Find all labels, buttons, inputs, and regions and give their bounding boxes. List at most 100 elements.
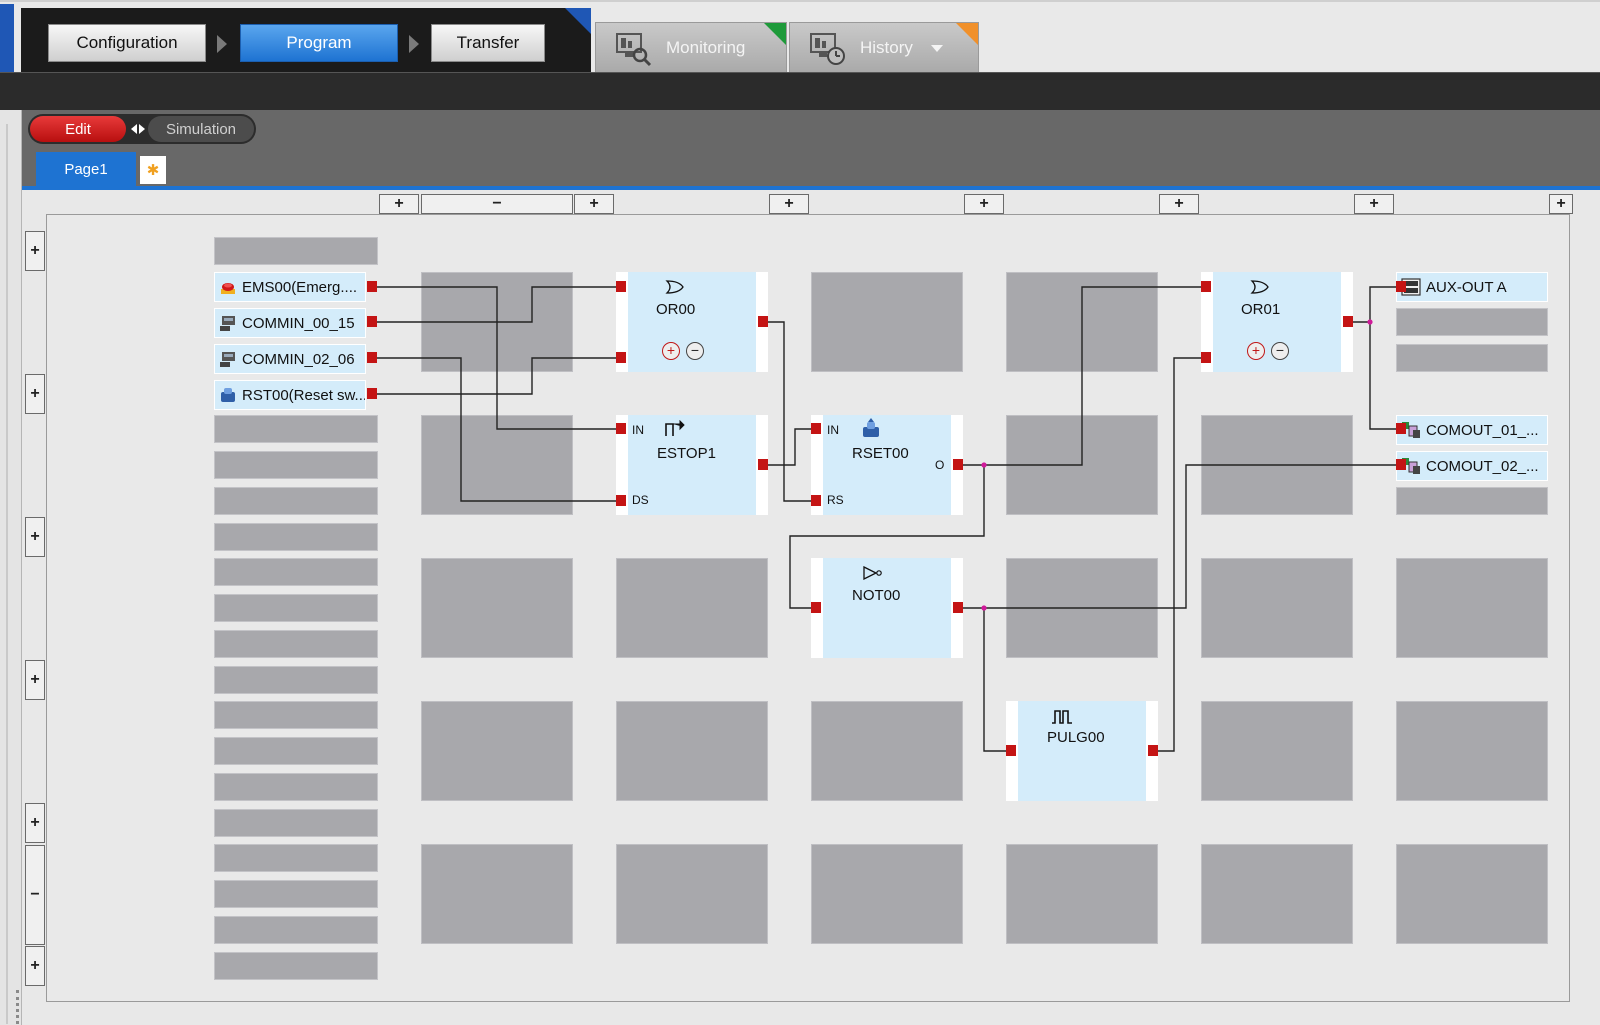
empty-slot[interactable]: [1396, 844, 1548, 944]
history-label: History: [860, 38, 913, 57]
edit-mode-button[interactable]: Edit: [30, 116, 126, 142]
add-column-button[interactable]: +: [1159, 194, 1199, 214]
splitter-grip[interactable]: [16, 990, 19, 1025]
input-slot[interactable]: [214, 487, 378, 515]
pulse-icon: [1052, 710, 1072, 724]
input-slot[interactable]: [214, 737, 378, 765]
add-row-button[interactable]: +: [25, 231, 45, 271]
com-output-icon: [1402, 422, 1420, 438]
input-ems00[interactable]: EMS00(Emerg....: [214, 272, 366, 302]
remove-input-button[interactable]: −: [1271, 342, 1289, 360]
empty-slot[interactable]: [421, 558, 573, 658]
empty-slot[interactable]: [616, 558, 768, 658]
add-input-button[interactable]: +: [662, 342, 680, 360]
input-slot[interactable]: [214, 952, 378, 980]
block-name: OR00: [656, 301, 696, 318]
add-column-button[interactable]: +: [379, 194, 419, 214]
block-name: OR01: [1241, 301, 1281, 318]
input-commin-00-15[interactable]: COMMIN_00_15: [214, 308, 366, 338]
add-row-button[interactable]: +: [25, 946, 45, 986]
monitor-search-icon: [616, 33, 652, 67]
empty-slot[interactable]: [1396, 701, 1548, 801]
input-slot[interactable]: [214, 666, 378, 694]
empty-slot[interactable]: [1201, 415, 1353, 515]
margin-line: [6, 124, 8, 1024]
block-rset00[interactable]: IN RSET00 RS O: [811, 415, 963, 515]
input-slot[interactable]: [214, 523, 378, 551]
add-row-button[interactable]: +: [25, 374, 45, 414]
add-column-button[interactable]: +: [574, 194, 614, 214]
input-slot[interactable]: [214, 558, 378, 586]
add-column-button[interactable]: +: [1549, 194, 1573, 214]
input-slot[interactable]: [214, 701, 378, 729]
input-slot[interactable]: [214, 916, 378, 944]
simulation-mode-button[interactable]: Simulation: [148, 116, 254, 142]
new-page-button[interactable]: ✱: [140, 156, 166, 184]
remove-input-button[interactable]: −: [686, 342, 704, 360]
output-comout-01[interactable]: COMOUT_01_...: [1396, 415, 1548, 445]
block-estop1[interactable]: IN ESTOP1 DS: [616, 415, 768, 515]
tab-page1[interactable]: Page1: [36, 152, 136, 186]
add-column-button[interactable]: +: [964, 194, 1004, 214]
empty-slot[interactable]: [421, 701, 573, 801]
input-rst00[interactable]: RST00(Reset sw...: [214, 380, 366, 410]
empty-slot[interactable]: [811, 844, 963, 944]
empty-slot[interactable]: [616, 844, 768, 944]
output-slot[interactable]: [1396, 308, 1548, 336]
empty-slot[interactable]: [1201, 844, 1353, 944]
add-column-button[interactable]: +: [1354, 194, 1394, 214]
empty-slot[interactable]: [1006, 272, 1158, 372]
empty-slot[interactable]: [1006, 415, 1158, 515]
output-slot[interactable]: [1396, 344, 1548, 372]
output-comout-02[interactable]: COMOUT_02_...: [1396, 451, 1548, 481]
empty-slot[interactable]: [421, 844, 573, 944]
empty-slot[interactable]: [616, 701, 768, 801]
empty-slot[interactable]: [1006, 558, 1158, 658]
empty-slot[interactable]: [1201, 558, 1353, 658]
configuration-button[interactable]: Configuration: [48, 24, 206, 62]
chevron-down-icon[interactable]: [930, 44, 943, 52]
input-slot[interactable]: [214, 844, 378, 872]
transfer-button[interactable]: Transfer: [431, 24, 545, 62]
remove-row-button[interactable]: −: [25, 845, 45, 945]
workflow-bar: Configuration Program Transfer: [21, 8, 591, 74]
output-label: AUX-OUT A: [1426, 278, 1507, 296]
empty-slot[interactable]: [811, 701, 963, 801]
input-slot[interactable]: [214, 880, 378, 908]
port-label: O: [935, 458, 945, 472]
empty-slot[interactable]: [1201, 701, 1353, 801]
input-slot[interactable]: [214, 594, 378, 622]
empty-slot[interactable]: [1006, 844, 1158, 944]
output-aux-out-a[interactable]: AUX-OUT A: [1396, 272, 1548, 302]
input-commin-02-06[interactable]: COMMIN_02_06: [214, 344, 366, 374]
emergency-stop-icon: [221, 283, 235, 294]
input-slot[interactable]: [214, 809, 378, 837]
input-slot[interactable]: [214, 773, 378, 801]
empty-slot[interactable]: [421, 415, 573, 515]
toolbar-band: [0, 72, 1600, 110]
input-slot[interactable]: [214, 237, 378, 265]
add-column-button[interactable]: +: [769, 194, 809, 214]
chevron-right-icon: [409, 35, 419, 53]
add-row-button[interactable]: +: [25, 803, 45, 843]
program-button[interactable]: Program: [240, 24, 398, 62]
block-pulg00[interactable]: PULG00: [1006, 701, 1158, 801]
input-slot[interactable]: [214, 415, 378, 443]
block-not00[interactable]: NOT00: [811, 558, 963, 658]
add-input-button[interactable]: +: [1247, 342, 1265, 360]
output-label: COMOUT_01_...: [1426, 421, 1539, 439]
add-row-button[interactable]: +: [25, 517, 45, 557]
input-slot[interactable]: [214, 451, 378, 479]
input-slot[interactable]: [214, 630, 378, 658]
add-row-button[interactable]: +: [25, 660, 45, 700]
block-or01[interactable]: OR01 + −: [1201, 272, 1353, 372]
empty-slot[interactable]: [811, 272, 963, 372]
accent-strip: [0, 4, 14, 74]
block-or00[interactable]: OR00 + −: [616, 272, 768, 372]
monitoring-tab[interactable]: Monitoring: [595, 22, 787, 74]
output-slot[interactable]: [1396, 487, 1548, 515]
empty-slot[interactable]: [1396, 558, 1548, 658]
empty-slot[interactable]: [421, 272, 573, 372]
history-tab[interactable]: History: [789, 22, 979, 74]
remove-column-button[interactable]: −: [421, 194, 573, 214]
